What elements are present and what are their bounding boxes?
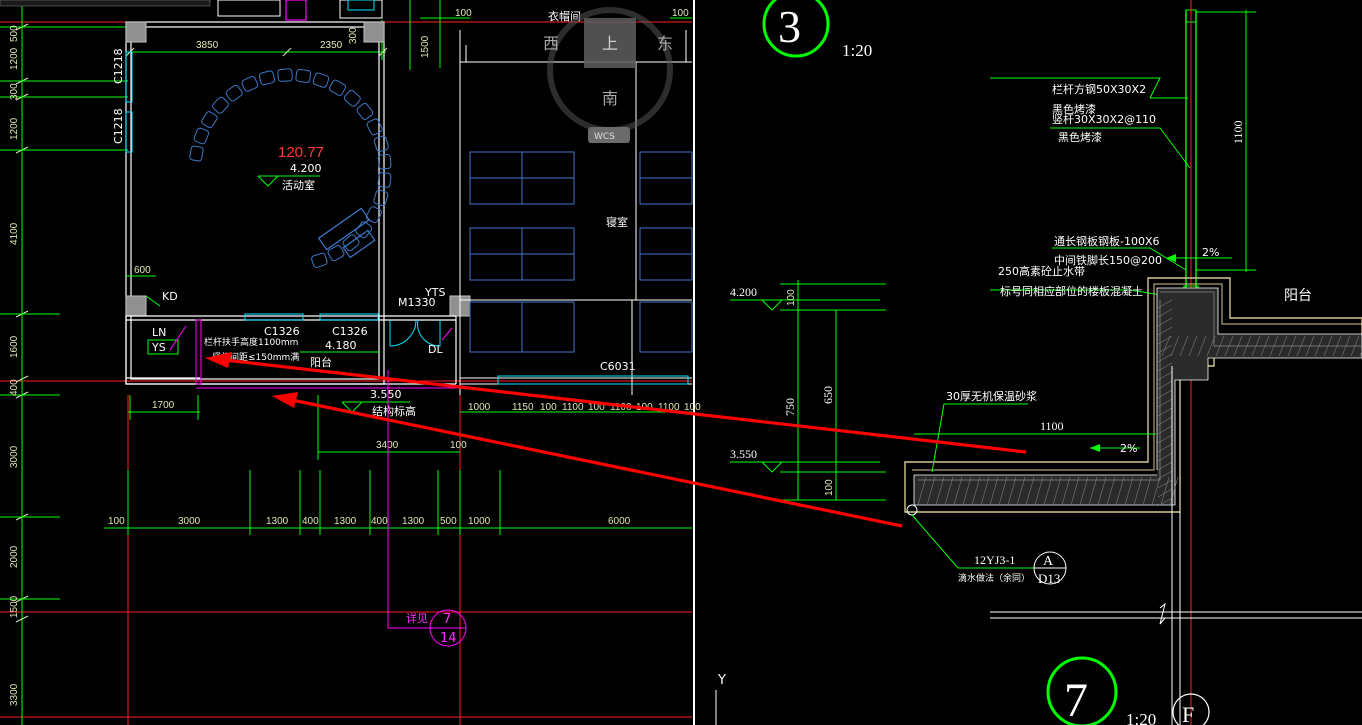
viewcube-west[interactable]: 西 bbox=[543, 34, 559, 53]
top-dim-3850: 3850 bbox=[196, 40, 219, 51]
cad-canvas[interactable]: 500 1200 300 1200 4100 1600 400 3000 200… bbox=[0, 0, 1362, 725]
bdim-r-8: 100 bbox=[684, 402, 701, 413]
vdim-300: 300 bbox=[9, 83, 20, 100]
struct-elev: 3.550 bbox=[370, 388, 402, 401]
ldim-6: 1300 bbox=[402, 516, 425, 527]
ln-label: LN bbox=[152, 326, 166, 339]
detail-7-number: 7 bbox=[1064, 674, 1088, 725]
ldim-4: 1300 bbox=[334, 516, 357, 527]
vdim-1500: 1500 bbox=[9, 595, 20, 618]
vdim-1600: 1600 bbox=[9, 335, 20, 358]
dim-100: 100 bbox=[450, 440, 467, 451]
vdim-1200b: 1200 bbox=[9, 117, 20, 140]
window-c1326-a: C1326 bbox=[264, 325, 300, 338]
ldim-0: 100 bbox=[108, 516, 125, 527]
bdim-r-0: 1000 bbox=[468, 402, 491, 413]
dim-600: 600 bbox=[134, 265, 151, 276]
viewcube-top[interactable]: 上 bbox=[602, 34, 618, 53]
elev-3550: 3.550 bbox=[730, 447, 757, 461]
dim-1700: 1700 bbox=[152, 400, 175, 411]
dim-1100-vertical: 1100 bbox=[1231, 120, 1245, 144]
top-dim-100b: 100 bbox=[672, 8, 689, 19]
vdim-400: 400 bbox=[9, 379, 20, 396]
ldim-9: 6000 bbox=[608, 516, 631, 527]
ref-sheet: D13 bbox=[1038, 571, 1060, 586]
note-plate: 通长钢板钢板-100X6 bbox=[1054, 234, 1160, 248]
note-bar: 竖杆30X30X2@110 bbox=[1052, 112, 1156, 126]
window-c1326-b: C1326 bbox=[332, 325, 368, 338]
note-paint-2: 黑色烤漆 bbox=[1058, 130, 1102, 144]
top-dim-2350: 2350 bbox=[320, 40, 343, 51]
vdim-650: 650 bbox=[821, 386, 835, 404]
elev-4200: 4.200 bbox=[730, 285, 757, 299]
room-elevation: 4.200 bbox=[290, 162, 322, 175]
detail-3-scale: 1:20 bbox=[842, 41, 872, 60]
kd-label: KD bbox=[162, 290, 178, 303]
vdim-3300: 3300 bbox=[9, 683, 20, 706]
ucs-y-label: Y bbox=[717, 673, 726, 688]
door-m1330: M1330 bbox=[398, 296, 436, 309]
top-dim-300: 300 bbox=[348, 27, 359, 44]
top-dim-100a: 100 bbox=[455, 8, 472, 19]
dim-1100-horizontal: 1100 bbox=[1040, 419, 1064, 433]
vdim-750: 750 bbox=[783, 398, 797, 416]
dim-3400: 3400 bbox=[376, 440, 399, 451]
rail-note-1: 栏杆扶手高度1100mm bbox=[204, 336, 298, 348]
vdim-2000: 2000 bbox=[9, 545, 20, 568]
ldim-5: 400 bbox=[371, 516, 388, 527]
window-c1218-a: C1218 bbox=[112, 48, 125, 84]
room-area: 120.77 bbox=[278, 144, 324, 161]
ldim-1: 3000 bbox=[178, 516, 201, 527]
wcs-label[interactable]: WCS bbox=[594, 132, 615, 142]
vdim-100-bot: 100 bbox=[824, 479, 835, 496]
slope-top: 2% bbox=[1202, 246, 1219, 259]
bdim-r-3: 1100 bbox=[562, 402, 584, 413]
balcony-elev: 4.180 bbox=[325, 339, 357, 352]
room-name: 活动室 bbox=[282, 178, 315, 192]
bdim-r-1: 1150 bbox=[512, 402, 534, 413]
note-post: 栏杆方钢50X30X2 bbox=[1052, 82, 1146, 96]
balcony-label-section: 阳台 bbox=[1284, 288, 1312, 304]
vdim-500: 500 bbox=[9, 25, 20, 42]
detail-7-scale: 1:20 bbox=[1126, 710, 1156, 725]
vdim-1200: 1200 bbox=[9, 47, 20, 70]
vdim-3000: 3000 bbox=[9, 445, 20, 468]
bdim-r-2: 100 bbox=[540, 402, 557, 413]
ref-letter: A bbox=[1043, 554, 1054, 569]
window-c1218-b: C1218 bbox=[112, 108, 125, 144]
window-c6031: C6031 bbox=[600, 360, 636, 373]
detail-number: 7 bbox=[443, 612, 451, 627]
axis-f-label: F bbox=[1182, 702, 1194, 725]
ldim-8: 1000 bbox=[468, 516, 491, 527]
note-concrete: 标号同相应部位的楼板混凝土 bbox=[1000, 284, 1143, 298]
bedroom-label: 寝室 bbox=[606, 215, 628, 229]
note-mortar: 30厚无机保温砂浆 bbox=[946, 389, 1037, 403]
ldim-2: 1300 bbox=[266, 516, 289, 527]
vdim-4100: 4100 bbox=[9, 222, 20, 245]
viewcube-south[interactable]: 南 bbox=[602, 89, 618, 108]
ldim-7: 500 bbox=[440, 516, 457, 527]
top-dim-1500: 1500 bbox=[420, 35, 431, 58]
viewcube-east[interactable]: 东 bbox=[657, 34, 673, 53]
ref-std: 12YJ3-1 bbox=[974, 553, 1015, 567]
dl-label: DL bbox=[428, 343, 443, 356]
detail-3-number: 3 bbox=[778, 1, 801, 52]
ys-label: YS bbox=[151, 341, 166, 354]
balcony-label: 阳台 bbox=[310, 355, 332, 369]
vdim-100-top: 100 bbox=[786, 289, 797, 306]
ldim-3: 400 bbox=[302, 516, 319, 527]
struct-label: 结构标高 bbox=[372, 404, 416, 418]
slope-bot: 2% bbox=[1120, 442, 1137, 455]
detail-sheet: 14 bbox=[440, 631, 457, 646]
see-detail: 详见 bbox=[406, 611, 428, 625]
note-drip: 滴水做法（余同） bbox=[958, 572, 1030, 584]
note-curb: 250高素砼止水带 bbox=[998, 264, 1085, 278]
